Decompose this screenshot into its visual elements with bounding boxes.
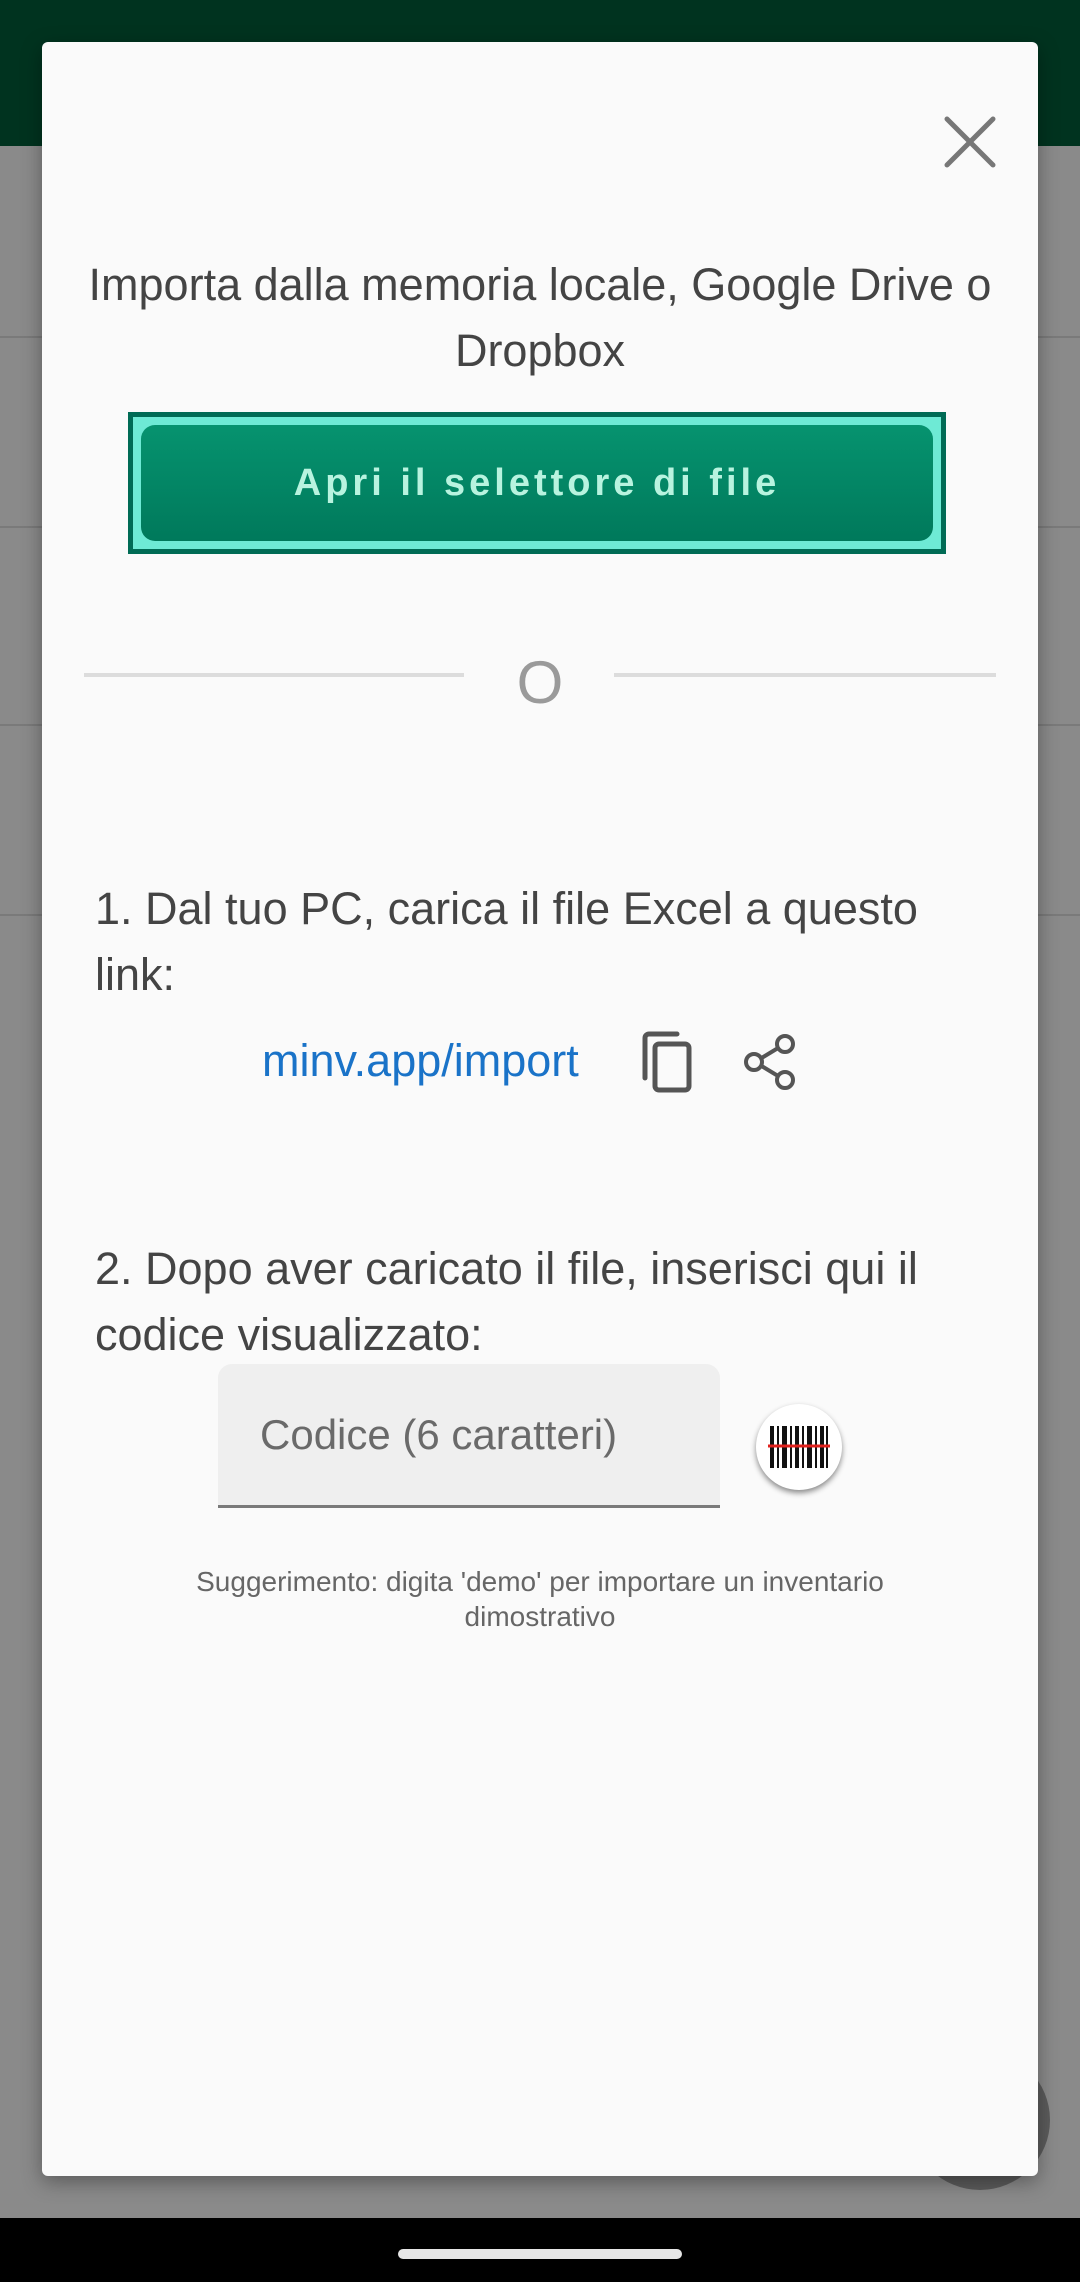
code-input[interactable] [218, 1364, 720, 1508]
import-intro-text: Importa dalla memoria locale, Google Dri… [88, 259, 992, 376]
copy-link-button[interactable] [628, 1024, 704, 1100]
demo-hint-text: Suggerimento: digita 'demo' per importar… [196, 1566, 884, 1632]
file-picker-button-frame: Apri il selettore di file [128, 412, 946, 554]
file-picker-button[interactable]: Apri il selettore di file [141, 425, 933, 541]
home-gesture-handle[interactable] [398, 2249, 682, 2259]
share-icon [744, 1034, 795, 1090]
step-2-text: 2. Dopo aver caricato il file, inserisci… [95, 1243, 918, 1360]
close-icon [944, 116, 996, 168]
step-1-text: 1. Dal tuo PC, carica il file Excel a qu… [95, 883, 918, 1000]
system-nav-bar [0, 2218, 1080, 2282]
divider-right [614, 673, 996, 677]
import-link-row: minv.app/import [42, 1022, 1038, 1102]
import-dialog: Importa dalla memoria locale, Google Dri… [42, 42, 1038, 2176]
import-link[interactable]: minv.app/import [262, 1028, 579, 1094]
share-link-button[interactable] [732, 1024, 808, 1100]
barcode-scanner-icon [768, 1426, 830, 1468]
copy-icon [642, 1031, 692, 1093]
close-button[interactable] [922, 94, 1018, 190]
divider-left [84, 673, 464, 677]
or-separator: O [516, 649, 564, 716]
scan-barcode-button[interactable] [756, 1404, 842, 1490]
